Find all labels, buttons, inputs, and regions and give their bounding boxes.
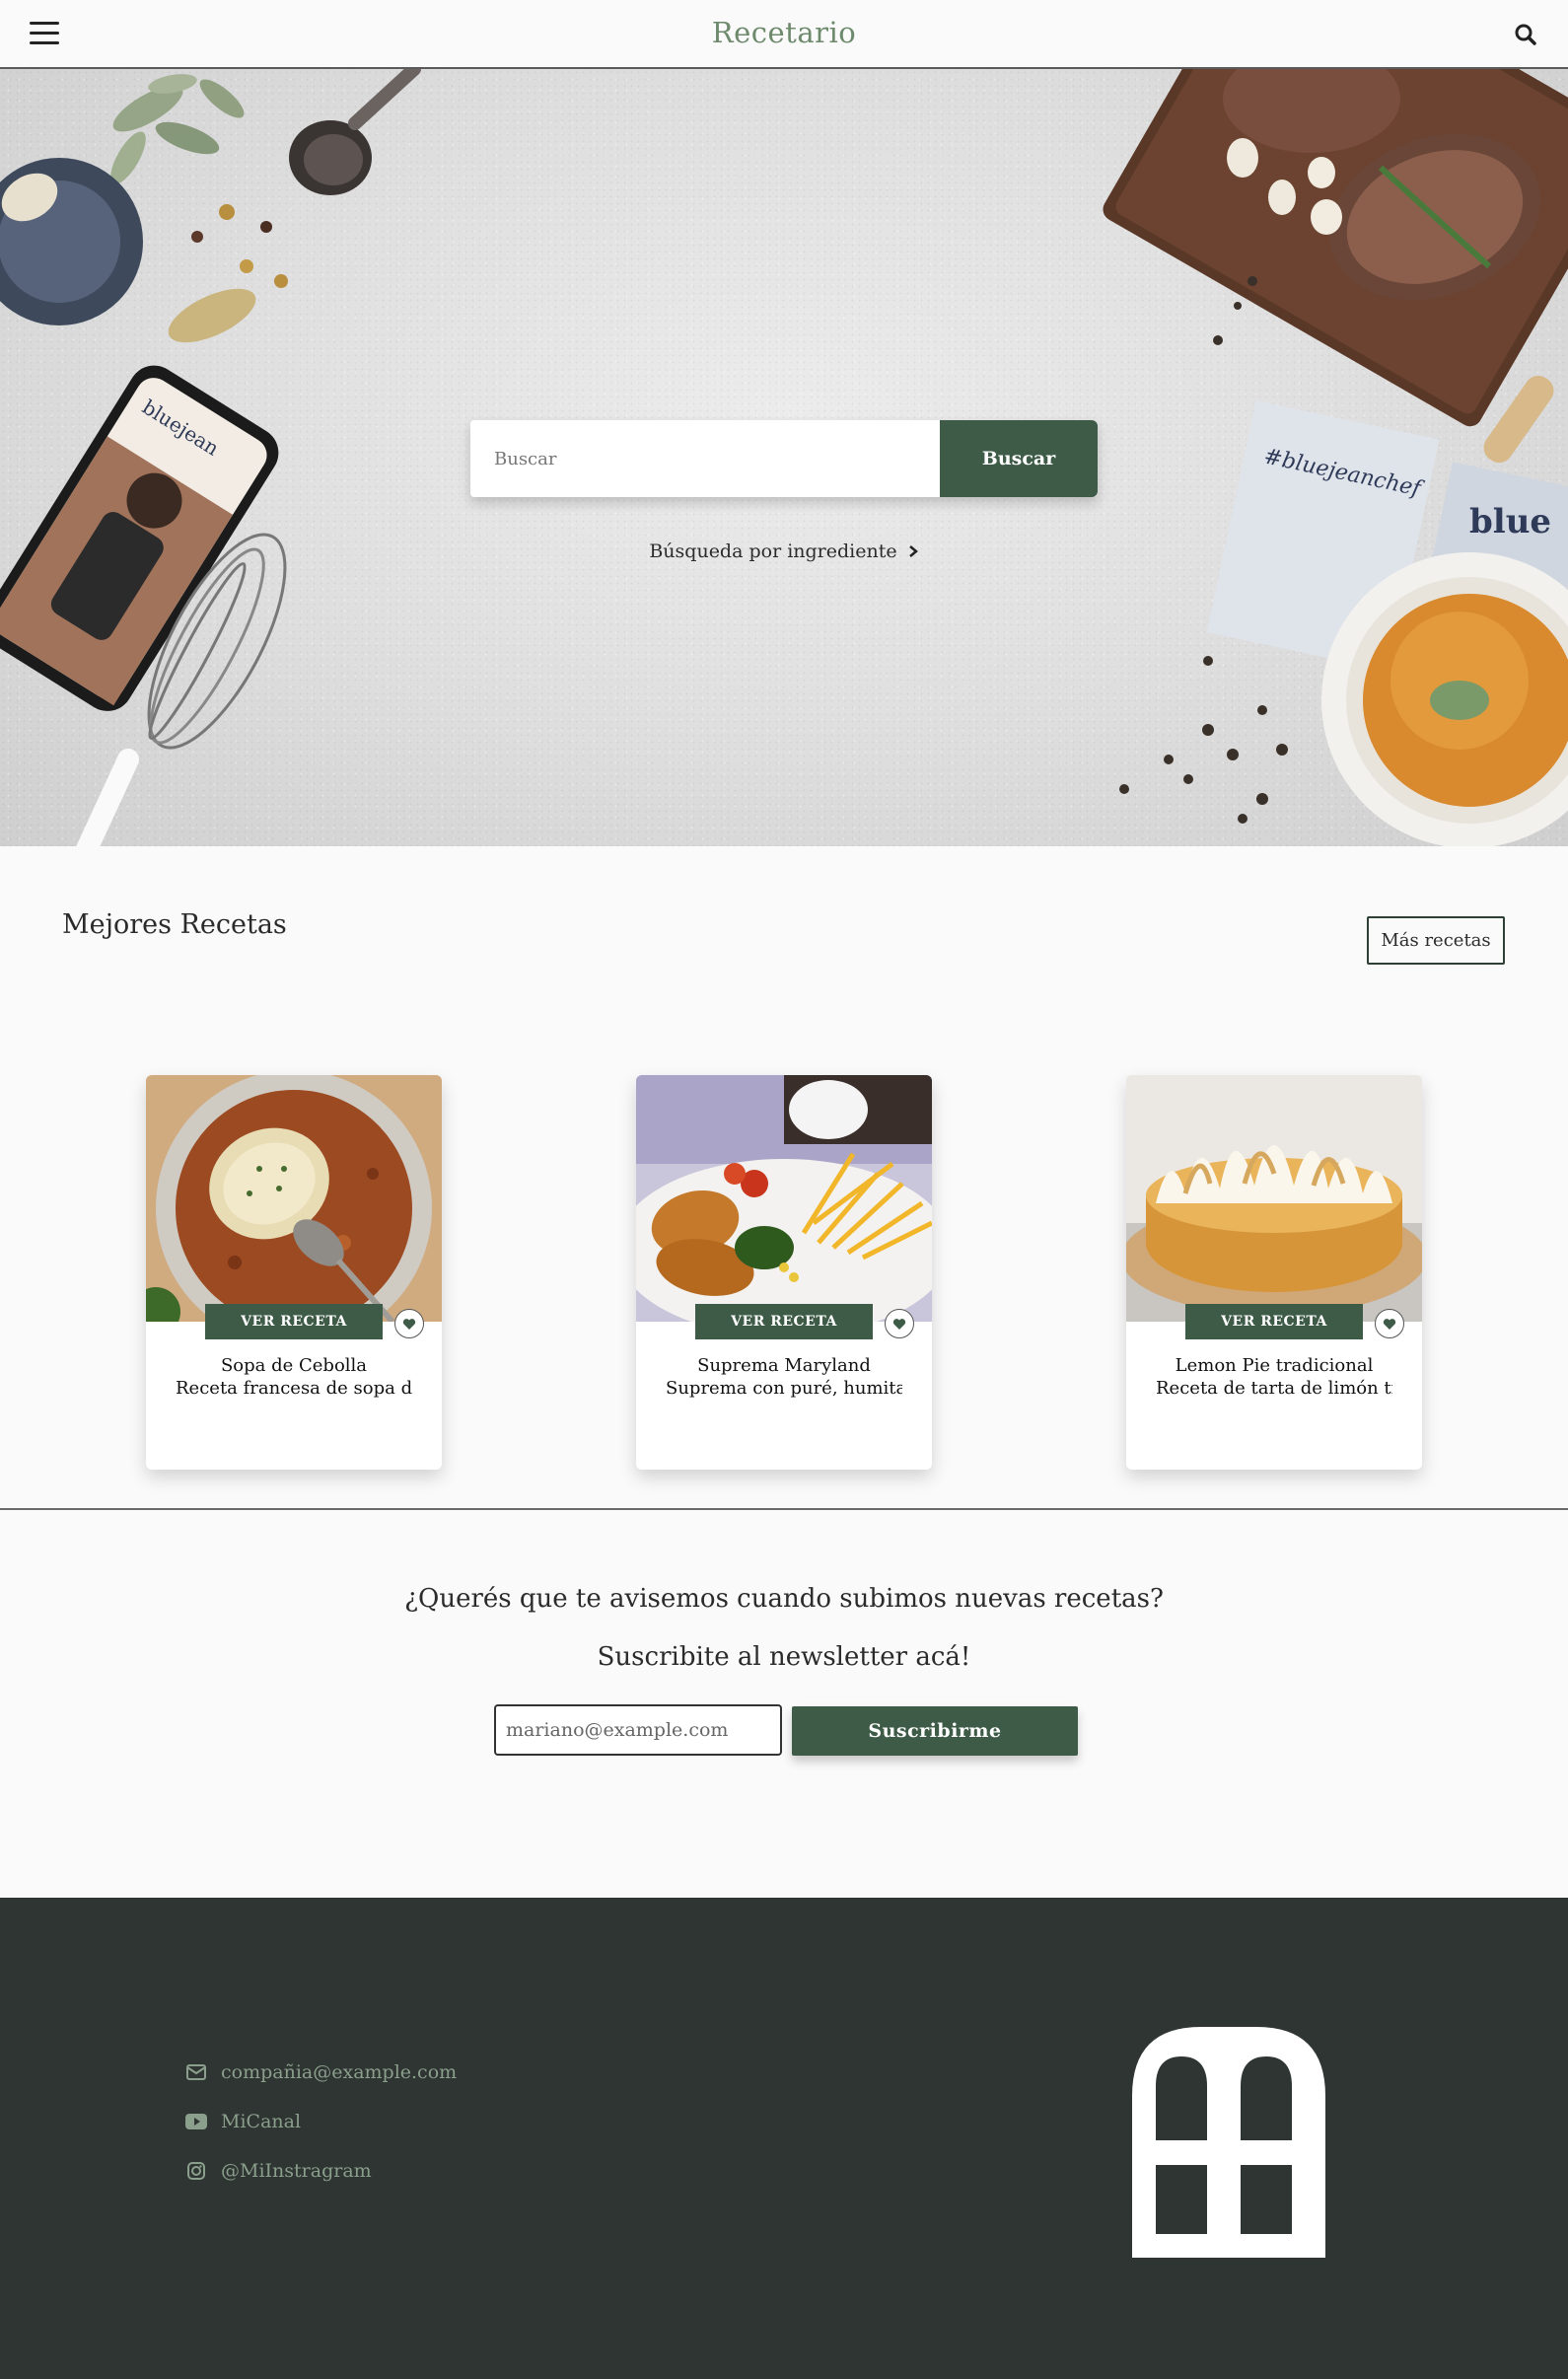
recipe-card[interactable]: VER RECETA Sopa de Cebolla Receta france… xyxy=(146,1075,442,1470)
instagram-icon xyxy=(185,2160,207,2182)
section-divider xyxy=(0,1508,1568,1510)
view-recipe-button[interactable]: VER RECETA xyxy=(205,1304,383,1339)
site-footer xyxy=(0,1898,1568,2379)
hero-search-bar: Buscar xyxy=(470,420,1098,497)
footer-youtube-text: MiCanal xyxy=(221,2111,302,2132)
favorite-heart-icon[interactable] xyxy=(1375,1309,1404,1338)
suprema-maryland-photo xyxy=(636,1075,932,1322)
view-recipe-button[interactable]: VER RECETA xyxy=(1185,1304,1363,1339)
ingredient-search-link-wrap: Búsqueda por ingrediente xyxy=(0,541,1568,562)
ingredient-search-label: Búsqueda por ingrediente xyxy=(649,541,897,562)
recipe-title: Suprema Maryland xyxy=(697,1355,871,1376)
hero-search-input[interactable] xyxy=(470,420,940,497)
ingredient-search-link[interactable]: Búsqueda por ingrediente xyxy=(649,541,918,562)
recetario-window-logo xyxy=(1132,2027,1325,2258)
recipe-title: Sopa de Cebolla xyxy=(220,1355,368,1376)
recipe-card[interactable]: VER RECETA Suprema Maryland Suprema con … xyxy=(636,1075,932,1470)
newsletter-email-field[interactable] xyxy=(494,1704,782,1756)
newsletter-question: ¿Querés que te avisemos cuando subimos n… xyxy=(404,1584,1164,1614)
hamburger-menu-icon[interactable] xyxy=(30,22,59,47)
newsletter-subtitle: Suscribite al newsletter acá! xyxy=(597,1642,971,1672)
subscribe-button[interactable]: Suscribirme xyxy=(792,1706,1078,1756)
onion-soup-photo xyxy=(146,1075,442,1322)
svg-text:blue: blue xyxy=(1469,502,1551,541)
herbs-decoration xyxy=(110,74,245,184)
recipe-description: Suprema con puré, humita, morrón xyxy=(666,1378,902,1399)
favorite-heart-icon[interactable] xyxy=(885,1309,914,1338)
footer-email-text: compañia@example.com xyxy=(221,2061,458,2083)
youtube-icon xyxy=(185,2111,207,2132)
favorite-heart-icon[interactable] xyxy=(394,1309,424,1338)
chevron-right-icon xyxy=(908,545,918,557)
footer-instagram-text: @MiInstragram xyxy=(221,2160,372,2182)
envelope-icon xyxy=(185,2061,207,2083)
top-navbar: Recetario xyxy=(0,0,1568,69)
footer-instagram-link[interactable]: @MiInstragram xyxy=(185,2160,372,2182)
search-icon[interactable] xyxy=(1513,22,1538,47)
view-recipe-button[interactable]: VER RECETA xyxy=(695,1304,873,1339)
hero-search-button[interactable]: Buscar xyxy=(940,420,1098,497)
recipe-description: Receta de tarta de limón tradicional xyxy=(1156,1378,1392,1399)
section-title-best-recipes: Mejores Recetas xyxy=(62,909,287,940)
recipe-title: Lemon Pie tradicional xyxy=(1175,1355,1374,1376)
phone-decoration: bluejean xyxy=(0,365,279,711)
site-brand[interactable]: Recetario xyxy=(0,16,1568,49)
hero-banner: bluejean #bluejeanchef blue Buscar Busca… xyxy=(0,69,1568,846)
recipe-card[interactable]: VER RECETA Lemon Pie tradicional Receta … xyxy=(1126,1075,1422,1470)
footer-youtube-link[interactable]: MiCanal xyxy=(185,2111,301,2132)
recipe-description: Receta francesa de sopa de cebolla xyxy=(176,1378,412,1399)
lemon-pie-photo xyxy=(1126,1075,1422,1322)
more-recipes-button[interactable]: Más recetas xyxy=(1367,916,1505,965)
footer-email-link[interactable]: compañia@example.com xyxy=(185,2061,457,2083)
